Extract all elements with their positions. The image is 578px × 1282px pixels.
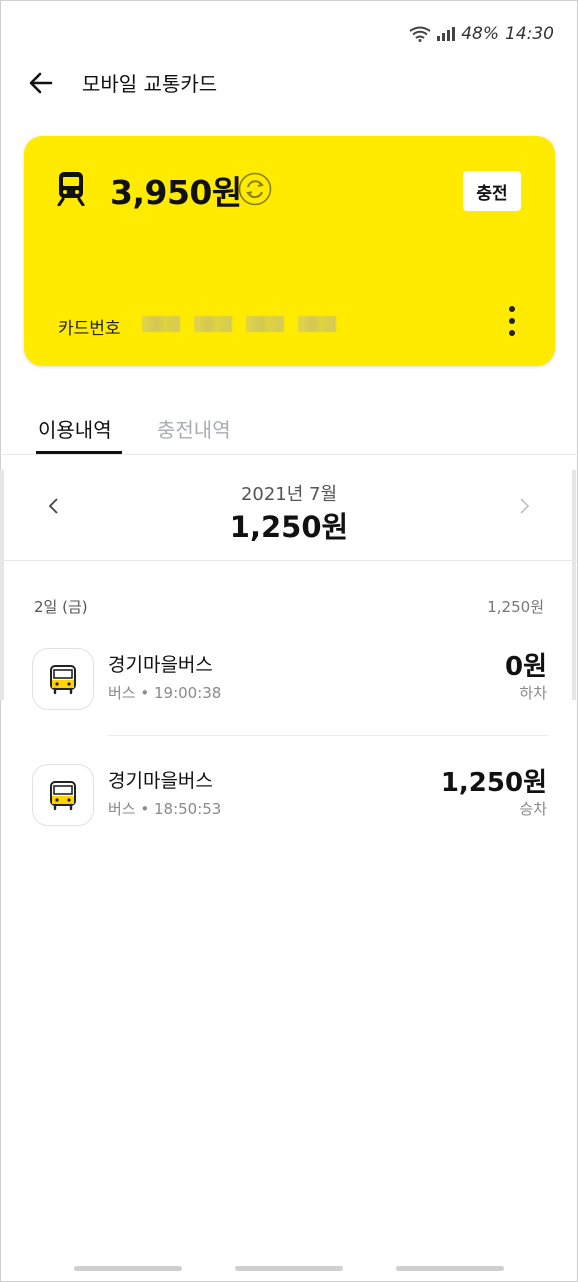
day-amount: 1,250원 [487,598,544,616]
back-button[interactable] [28,70,54,96]
month-selector: 2021년 7월 1,250원 [0,456,578,561]
charge-button[interactable]: 충전 [463,171,521,211]
transaction-item[interactable]: 경기마을버스 버스 • 19:00:38 0원 하차 [32,648,547,710]
transaction-name: 경기마을버스 [108,770,213,792]
transaction-item[interactable]: 경기마을버스 버스 • 18:50:53 1,250원 승차 [32,764,547,826]
bus-icon [32,648,94,710]
signal-icon [437,27,456,41]
chevron-right-icon[interactable] [514,496,534,516]
header: 모바일 교통카드 [28,68,217,97]
card-number-label: 카드번호 [58,319,121,339]
page-title: 모바일 교통카드 [82,72,218,96]
transaction-name: 경기마을버스 [108,654,213,676]
month-total: 1,250원 [229,510,349,544]
transaction-amount: 1,250원 [440,768,547,798]
transaction-detail: 버스 • 19:00:38 [108,684,222,702]
clock-text: 14:30 [505,24,554,44]
battery-text: 48% [461,24,499,44]
transaction-type: 하차 [519,684,547,702]
train-icon [57,172,85,206]
refresh-icon[interactable] [238,172,272,206]
more-options-icon[interactable] [509,306,517,336]
bus-icon [32,764,94,826]
status-bar: 48% 14:30 [409,24,554,44]
month-label: 2021년 7월 [240,484,338,505]
transaction-type: 승차 [519,800,547,818]
day-header: 2일 (금) 1,250원 [34,596,544,617]
card-balance: 3,950원 [110,173,242,212]
tab-charge-history[interactable]: 충전내역 [157,414,231,443]
tab-bar: 이용내역 충전내역 [0,408,578,455]
card-number-masked [142,316,336,332]
transit-card: 3,950원 충전 카드번호 [24,136,555,366]
transaction-amount: 0원 [504,652,547,682]
wifi-icon [409,26,431,42]
gesture-nav-bar [0,1266,578,1276]
divider [108,735,548,736]
tab-usage-history[interactable]: 이용내역 [38,414,112,443]
active-tab-indicator [36,451,122,454]
day-label: 2일 (금) [34,598,88,616]
transaction-detail: 버스 • 18:50:53 [108,800,222,818]
back-arrow-icon [29,72,53,93]
